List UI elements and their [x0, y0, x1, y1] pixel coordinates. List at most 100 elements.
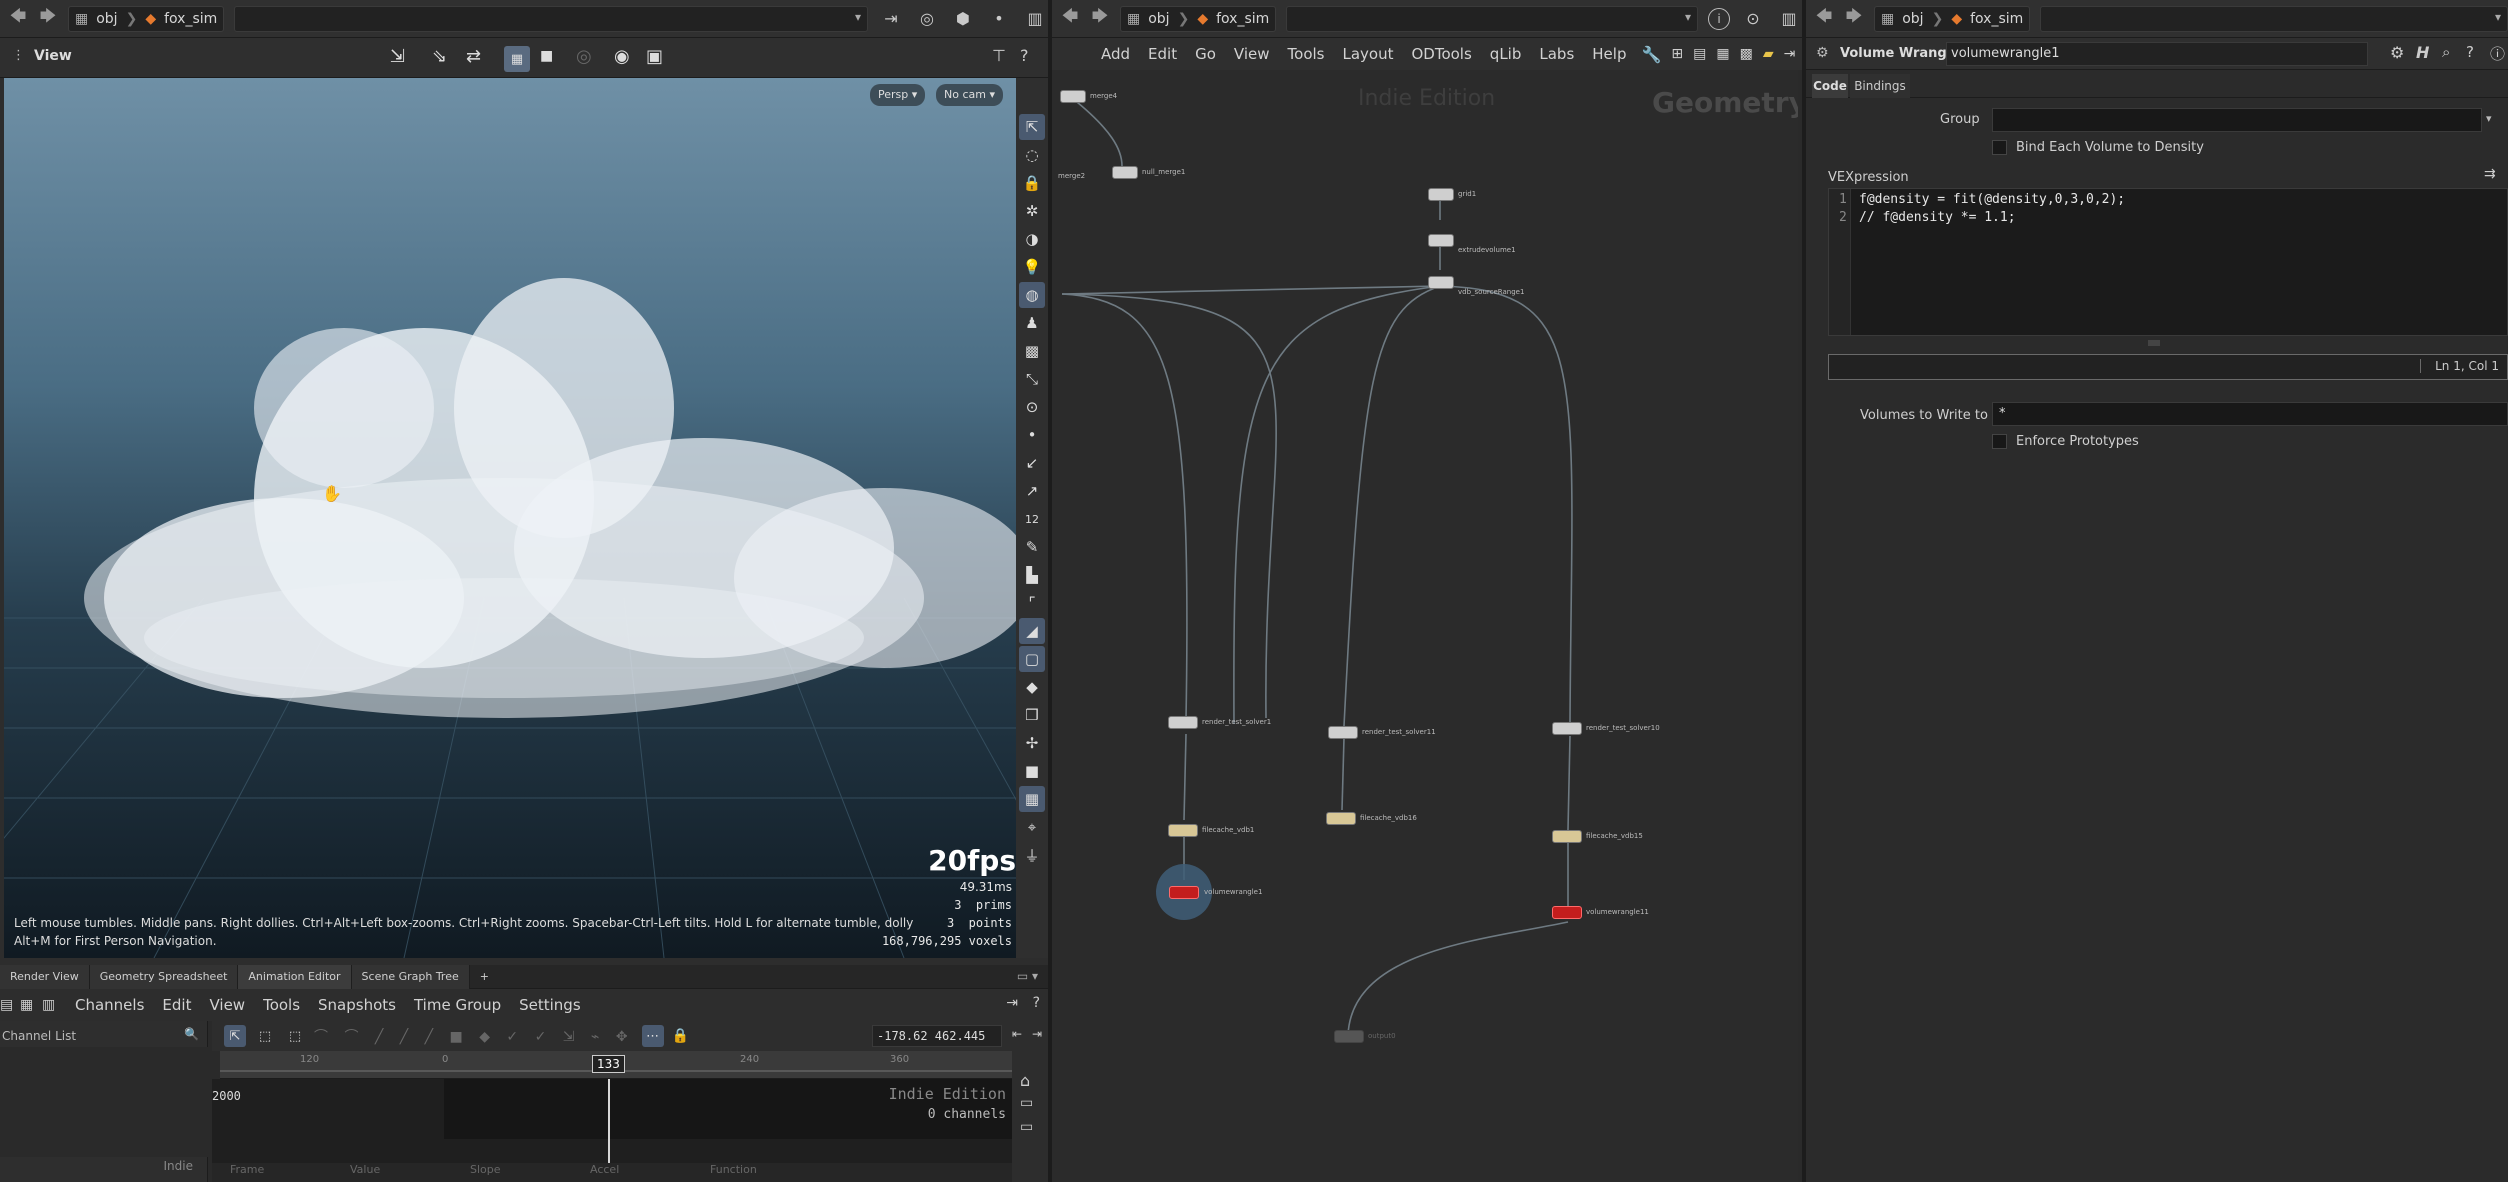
- menu-help[interactable]: Help: [1583, 39, 1635, 69]
- grid-display-icon[interactable]: ▦: [1019, 786, 1045, 812]
- headlight-icon[interactable]: ◍: [1019, 282, 1045, 308]
- ghost-icon[interactable]: ◌: [1019, 142, 1045, 168]
- menu-net-tools[interactable]: Tools: [1279, 39, 1334, 69]
- divider-left[interactable]: [1048, 0, 1052, 1182]
- camera-menu[interactable]: No cam ▾: [936, 84, 1003, 106]
- menu-settings[interactable]: Settings: [510, 990, 590, 1020]
- tab-code[interactable]: Code: [1812, 74, 1848, 98]
- menu-tools[interactable]: Tools: [254, 990, 309, 1020]
- node-null-merge1[interactable]: [1112, 166, 1138, 179]
- tab-scene-graph-tree[interactable]: Scene Graph Tree: [351, 965, 470, 989]
- time-ruler[interactable]: 120 0 240 360 133: [220, 1051, 1012, 1079]
- vex-code-editor[interactable]: 1 f@density = fit(@density,0,3,0,2); 2 /…: [1828, 188, 2508, 336]
- key-tools-icon[interactable]: ⌒ ⌒ ╱ ╱ ╱ ■ ◆ ✓ ✓ ⇲ ⌁ ✥: [314, 1026, 634, 1046]
- menu-layout[interactable]: Layout: [1333, 39, 1402, 69]
- number-icon[interactable]: 12: [1019, 506, 1045, 532]
- graph-icon[interactable]: ▤: [0, 997, 20, 1013]
- frame-all-icon[interactable]: ▭: [1020, 1095, 1033, 1111]
- vex-menu-icon[interactable]: ⇉: [2484, 166, 2496, 182]
- brush-icon[interactable]: ✎: [1019, 534, 1045, 560]
- list-view-icon[interactable]: ▤: [1693, 46, 1706, 62]
- anchor-icon[interactable]: ⏚: [1019, 842, 1045, 868]
- graph-area[interactable]: 2000 Indie Edition 0 channels Frame Valu…: [212, 1079, 1012, 1182]
- menu-net-edit[interactable]: Edit: [1139, 39, 1186, 69]
- range-prev-icon[interactable]: ⇤: [1012, 1027, 1022, 1041]
- net-link-icon[interactable]: ⊙: [1740, 6, 1766, 32]
- param-info-icon[interactable]: ⓘ: [2490, 43, 2505, 64]
- pin-viewer-icon[interactable]: ⊤: [992, 46, 1006, 65]
- node-render-test-solver1[interactable]: [1168, 716, 1198, 729]
- back-arrow-icon[interactable]: 🡄: [8, 5, 28, 32]
- menu-snapshots[interactable]: Snapshots: [309, 990, 405, 1020]
- record-icon[interactable]: ◎: [576, 46, 592, 67]
- dot-icon[interactable]: •: [986, 6, 1012, 32]
- diamond-icon[interactable]: ◆: [1019, 674, 1045, 700]
- param-path-crumb[interactable]: ▦ obj ❯ ◆ fox_sim: [1874, 5, 2031, 32]
- channel-search-icon[interactable]: 🔍: [184, 1027, 199, 1041]
- current-frame-marker[interactable]: 133: [592, 1055, 625, 1073]
- help-icon[interactable]: ?: [1020, 46, 1029, 65]
- vector-icon[interactable]: ↗: [1019, 478, 1045, 504]
- person-icon[interactable]: ♟: [1019, 310, 1045, 336]
- camera-view-icon[interactable]: ⊙: [1019, 394, 1045, 420]
- menu-odtools[interactable]: ODTools: [1402, 39, 1480, 69]
- param-forward-arrow-icon[interactable]: 🡆: [1844, 5, 1864, 32]
- net-split-icon[interactable]: ▥: [1776, 6, 1802, 32]
- tab-bindings[interactable]: Bindings: [1850, 74, 1910, 98]
- bone-icon[interactable]: ⤡: [1019, 366, 1045, 392]
- transform-icon[interactable]: ⇘: [432, 46, 447, 67]
- shading-icon[interactable]: ◑: [1019, 226, 1045, 252]
- corner-icon[interactable]: ⌜: [1019, 590, 1045, 616]
- light-icon[interactable]: 💡: [1019, 254, 1045, 280]
- snapshot-icon[interactable]: ▣: [646, 46, 663, 67]
- home-icon[interactable]: ⌂: [1020, 1071, 1030, 1090]
- tile-view-icon[interactable]: ▦: [1716, 46, 1729, 62]
- divider-right[interactable]: [1802, 0, 1806, 1182]
- ramp-icon[interactable]: ◢: [1019, 618, 1045, 644]
- node-merge4[interactable]: [1060, 90, 1086, 103]
- tab-render-view[interactable]: Render View: [0, 965, 90, 989]
- group-field[interactable]: [1992, 108, 2482, 132]
- forward-arrow-icon[interactable]: 🡆: [38, 5, 58, 32]
- net-path-field[interactable]: ▾: [1286, 5, 1698, 32]
- table-icon[interactable]: ▥: [42, 997, 66, 1013]
- param-back-arrow-icon[interactable]: 🡄: [1814, 5, 1834, 32]
- enforce-prototypes-checkbox[interactable]: [1992, 434, 2007, 449]
- node-volumewrangle11[interactable]: [1552, 906, 1582, 919]
- anim-pin-icon[interactable]: ⇥: [1006, 995, 1018, 1011]
- range-field[interactable]: -178.62 462.445: [872, 1025, 1002, 1047]
- handle-icon[interactable]: ⇄: [466, 46, 481, 67]
- xray-icon[interactable]: ✲: [1019, 198, 1045, 224]
- net-pin-icon[interactable]: ⇥: [1784, 46, 1796, 62]
- white-box-icon[interactable]: ▢: [1019, 646, 1045, 672]
- tab-geometry-spreadsheet[interactable]: Geometry Spreadsheet: [89, 965, 239, 989]
- node-extrudevolume1[interactable]: [1428, 234, 1454, 247]
- node-output0[interactable]: [1334, 1030, 1364, 1043]
- menu-labs[interactable]: Labs: [1530, 39, 1583, 69]
- sticky-icon[interactable]: ▰: [1763, 46, 1774, 62]
- marker-icon[interactable]: ⌖: [1019, 814, 1045, 840]
- add-tab-button[interactable]: +: [470, 965, 499, 989]
- view-menu-icon[interactable]: ⋮: [12, 48, 25, 63]
- menu-edit[interactable]: Edit: [153, 990, 200, 1020]
- grid-snap-icon[interactable]: ▦: [504, 46, 530, 72]
- stop-icon[interactable]: ■: [540, 48, 553, 64]
- joint-icon[interactable]: ✢: [1019, 730, 1045, 756]
- editor-resize-handle[interactable]: [2148, 340, 2160, 346]
- select-icon[interactable]: ⇲: [390, 46, 405, 67]
- net-path-crumb[interactable]: ▦ obj ❯ ◆ fox_sim: [1120, 5, 1277, 32]
- menu-view[interactable]: View: [200, 990, 254, 1020]
- square-icon[interactable]: ■: [1019, 758, 1045, 784]
- pane-split-icon[interactable]: ▥: [1022, 6, 1048, 32]
- node-filecache-vdb16[interactable]: [1326, 812, 1356, 825]
- network-canvas[interactable]: Indie Edition Geometry merge4 null_merge…: [1052, 70, 1798, 1182]
- point-icon[interactable]: •: [1019, 422, 1045, 448]
- lock-keys-icon[interactable]: 🔒: [672, 1028, 689, 1044]
- box-select-icon[interactable]: ⬚: [254, 1025, 276, 1047]
- menu-time-group[interactable]: Time Group: [405, 990, 510, 1020]
- select-mode-icon[interactable]: ⇱: [1019, 114, 1045, 140]
- node-vdb-sourcerange1[interactable]: [1428, 276, 1454, 289]
- search-icon[interactable]: ⌕: [2442, 43, 2450, 61]
- normal-icon[interactable]: ↙: [1019, 450, 1045, 476]
- houdini-h-icon[interactable]: H: [2416, 43, 2429, 62]
